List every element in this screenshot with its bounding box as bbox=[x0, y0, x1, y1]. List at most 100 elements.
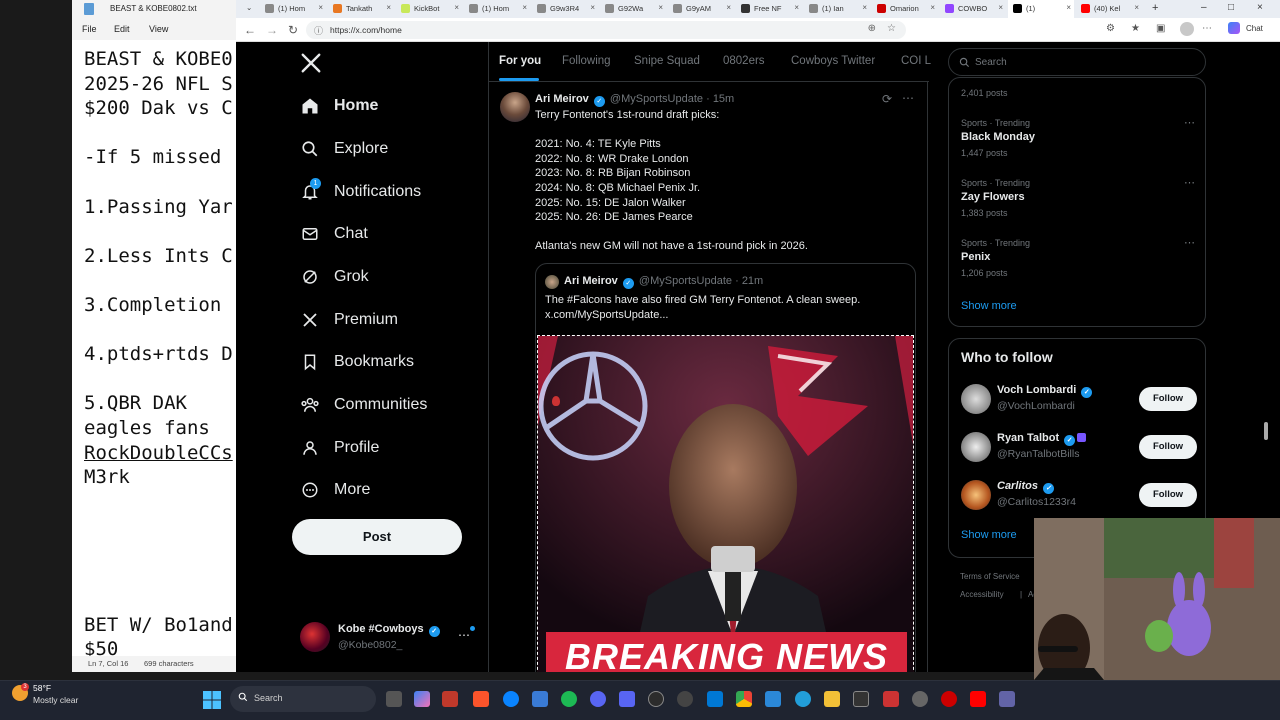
brave-browser-icon[interactable] bbox=[473, 691, 489, 707]
trends-show-more[interactable]: Show more bbox=[961, 300, 1017, 312]
new-tab-button[interactable]: + bbox=[1148, 0, 1164, 18]
app-icon[interactable] bbox=[765, 691, 781, 707]
back-icon[interactable]: ← bbox=[244, 23, 256, 37]
app-icon[interactable] bbox=[883, 691, 899, 707]
site-info-icon[interactable]: ⓘ bbox=[314, 24, 323, 37]
browser-tab[interactable]: (40) Kel × bbox=[1076, 0, 1142, 18]
tab-close-icon[interactable]: × bbox=[862, 3, 867, 12]
edge-browser-icon[interactable] bbox=[503, 691, 519, 707]
tab-following[interactable]: Following bbox=[562, 55, 611, 67]
follow-button[interactable]: Follow bbox=[1139, 387, 1197, 411]
browser-tab[interactable]: Free NF × bbox=[736, 0, 802, 18]
tab-coi[interactable]: COI L bbox=[901, 55, 931, 67]
nav-chat[interactable]: Chat bbox=[300, 219, 368, 249]
tab-close-icon[interactable]: × bbox=[998, 3, 1003, 12]
copilot-icon[interactable] bbox=[1228, 22, 1240, 34]
tweet-media-image[interactable]: BREAKING NEWS bbox=[537, 335, 914, 672]
url-bar[interactable]: ⓘ https://x.com/home ⊕ ☆ bbox=[306, 21, 906, 39]
app-icon[interactable] bbox=[853, 691, 869, 707]
nav-premium[interactable]: Premium bbox=[300, 305, 398, 335]
follow-button[interactable]: Follow bbox=[1139, 483, 1197, 507]
news-app-icon[interactable] bbox=[442, 691, 458, 707]
tab-snipe-squad[interactable]: Snipe Squad bbox=[634, 55, 700, 67]
tab-close-icon[interactable]: × bbox=[658, 3, 663, 12]
tab-close-icon[interactable]: × bbox=[794, 3, 799, 12]
chrome-icon[interactable] bbox=[736, 691, 752, 707]
reload-icon[interactable]: ↻ bbox=[288, 23, 298, 37]
post-button[interactable]: Post bbox=[292, 519, 462, 555]
browser-tab[interactable]: G9yAM × bbox=[668, 0, 734, 18]
menu-dots-icon[interactable]: ⋯ bbox=[1202, 23, 1212, 34]
page-scrollbar[interactable] bbox=[1264, 422, 1268, 440]
forward-icon[interactable]: → bbox=[266, 23, 278, 37]
grok-analyze-icon[interactable]: ⟳ bbox=[882, 92, 892, 106]
tab-0802ers[interactable]: 0802ers bbox=[723, 55, 765, 67]
follow-show-more[interactable]: Show more bbox=[961, 529, 1017, 541]
tweet-time[interactable]: 15m bbox=[713, 93, 734, 105]
browser-tab[interactable]: Tankath × bbox=[328, 0, 394, 18]
extension-icon[interactable]: ⚙ bbox=[1106, 23, 1115, 34]
browser-tab[interactable]: G92Wa × bbox=[600, 0, 666, 18]
trend-more-icon[interactable]: ⋯ bbox=[1184, 236, 1195, 249]
obs-icon[interactable] bbox=[648, 691, 664, 707]
nav-grok[interactable]: Grok bbox=[300, 262, 369, 292]
browser-tab[interactable]: Omarion × bbox=[872, 0, 938, 18]
tab-cowboys-twitter[interactable]: Cowboys Twitter bbox=[791, 55, 875, 67]
menu-file[interactable]: File bbox=[82, 24, 97, 34]
discord-icon[interactable] bbox=[619, 691, 635, 707]
maximize-icon[interactable]: □ bbox=[1223, 0, 1243, 18]
zoom-icon[interactable]: ⊕ bbox=[868, 23, 876, 34]
nav-bookmarks[interactable]: Bookmarks bbox=[300, 347, 414, 377]
x-logo-icon[interactable] bbox=[300, 52, 322, 74]
nav-notifications[interactable]: 1 Notifications bbox=[300, 177, 421, 207]
account-menu-icon[interactable]: ⋯ bbox=[458, 628, 470, 642]
browser-tab[interactable]: COWBO × bbox=[940, 0, 1006, 18]
tab-close-icon[interactable]: × bbox=[522, 3, 527, 12]
browser-tab[interactable]: (1) Hom × bbox=[260, 0, 326, 18]
search-box[interactable]: Search bbox=[948, 48, 1206, 76]
browser-tab[interactable]: G9w3R4 × bbox=[532, 0, 598, 18]
footer-accessibility[interactable]: Accessibility bbox=[960, 590, 1004, 599]
photos-icon[interactable] bbox=[532, 691, 548, 707]
menu-edit[interactable]: Edit bbox=[114, 24, 130, 34]
nav-more[interactable]: More bbox=[300, 475, 370, 505]
close-window-icon[interactable]: × bbox=[1252, 0, 1272, 18]
spotify-icon[interactable] bbox=[561, 691, 577, 707]
menu-view[interactable]: View bbox=[149, 24, 168, 34]
trend-more-icon[interactable]: ⋯ bbox=[1184, 116, 1195, 129]
browser-tab[interactable]: KickBot × bbox=[396, 0, 462, 18]
browser-tab[interactable]: (1) Hom × bbox=[464, 0, 530, 18]
tab-close-icon[interactable]: × bbox=[1134, 3, 1139, 12]
trend-more-icon[interactable]: ⋯ bbox=[1184, 176, 1195, 189]
youtube-icon[interactable] bbox=[970, 691, 986, 707]
taskbar-search[interactable]: Search bbox=[230, 686, 376, 712]
nav-explore[interactable]: Explore bbox=[300, 134, 388, 164]
tab-actions-icon[interactable]: ⌄ bbox=[240, 0, 260, 18]
search-input[interactable]: Search bbox=[975, 57, 1007, 68]
tab-close-icon[interactable]: × bbox=[726, 3, 731, 12]
app-icon[interactable] bbox=[912, 691, 928, 707]
tab-close-icon[interactable]: × bbox=[930, 3, 935, 12]
tweet-more-icon[interactable]: ⋯ bbox=[902, 91, 914, 105]
teams-icon[interactable] bbox=[999, 691, 1015, 707]
nav-communities[interactable]: Communities bbox=[300, 390, 427, 420]
footer-terms[interactable]: Terms of Service bbox=[960, 572, 1020, 581]
follow-button[interactable]: Follow bbox=[1139, 435, 1197, 459]
opera-icon[interactable] bbox=[941, 691, 957, 707]
tab-close-icon[interactable]: × bbox=[454, 3, 459, 12]
trend-item[interactable]: Sports · Trending Black Monday 1,447 pos… bbox=[949, 110, 1205, 164]
trend-item[interactable]: Sports · Trending Zay Flowers 1,383 post… bbox=[949, 170, 1205, 224]
tab-close-icon[interactable]: × bbox=[590, 3, 595, 12]
tab-for-you[interactable]: For you bbox=[499, 55, 541, 67]
app-icon[interactable] bbox=[677, 691, 693, 707]
browser-tab[interactable]: (1) × bbox=[1008, 0, 1074, 18]
quoted-tweet[interactable]: Ari Meirov ✓ @MySportsUpdate · 21m The #… bbox=[535, 263, 916, 672]
tweet-author-avatar[interactable] bbox=[500, 92, 530, 122]
collections-icon[interactable]: ▣ bbox=[1156, 23, 1165, 34]
app-icon[interactable] bbox=[590, 691, 606, 707]
tab-close-icon[interactable]: × bbox=[1066, 3, 1071, 12]
tweet-handle[interactable]: @MySportsUpdate bbox=[610, 93, 703, 105]
start-button[interactable] bbox=[203, 691, 221, 709]
app-icon[interactable] bbox=[707, 691, 723, 707]
browser-profile-avatar[interactable] bbox=[1180, 22, 1194, 36]
